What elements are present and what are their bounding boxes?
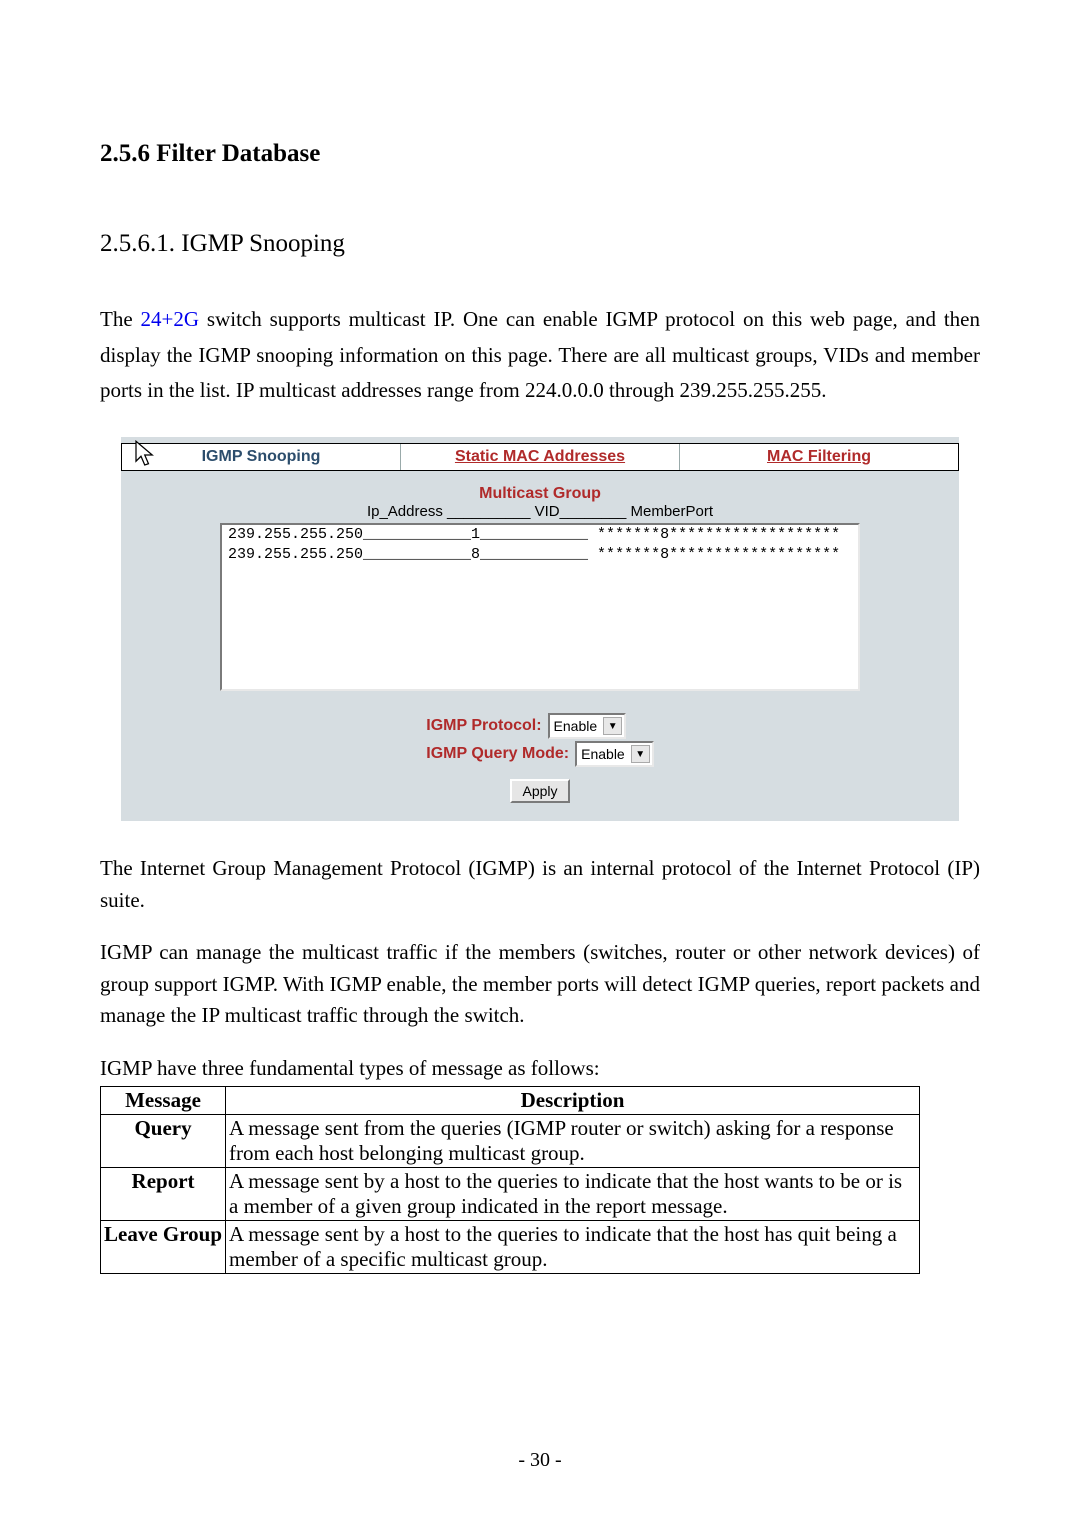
- col-header-description: Description: [226, 1087, 920, 1115]
- form-row-query-mode: IGMP Query Mode: Enable ▼: [426, 741, 653, 767]
- list-row: 239.255.255.250____________8____________…: [228, 546, 840, 563]
- tab-igmp-snooping[interactable]: IGMP Snooping: [122, 444, 401, 470]
- chevron-down-icon: ▼: [603, 717, 622, 735]
- table-row: Query A message sent from the queries (I…: [101, 1115, 920, 1168]
- section-heading: 2.5.6 Filter Database: [100, 140, 980, 168]
- page-number: - 30 -: [0, 1449, 1080, 1472]
- igmp-query-mode-select[interactable]: Enable ▼: [575, 741, 654, 767]
- select-value: Enable: [581, 746, 625, 762]
- body-paragraph-2: IGMP can manage the multicast traffic if…: [100, 937, 980, 1032]
- igmp-query-mode-label: IGMP Query Mode:: [426, 745, 569, 763]
- msg-name: Report: [101, 1168, 226, 1221]
- body-paragraph-1: The Internet Group Management Protocol (…: [100, 853, 980, 916]
- multicast-group-headers: Ip_Address __________ VID________ Member…: [367, 503, 713, 520]
- intro-paragraph: The 24+2G switch supports multicast IP. …: [100, 302, 980, 409]
- body-paragraph-3: IGMP have three fundamental types of mes…: [100, 1053, 980, 1085]
- tab-bar: IGMP Snooping Static MAC Addresses MAC F…: [121, 443, 959, 471]
- igmp-protocol-select[interactable]: Enable ▼: [548, 713, 627, 739]
- model-link[interactable]: 24+2G: [141, 307, 200, 331]
- select-value: Enable: [554, 718, 598, 734]
- tab-static-mac[interactable]: Static MAC Addresses: [401, 444, 680, 470]
- chevron-down-icon: ▼: [631, 745, 650, 763]
- list-row: 239.255.255.250____________1____________…: [228, 526, 840, 543]
- igmp-protocol-label: IGMP Protocol:: [426, 717, 541, 735]
- intro-pre: The: [100, 307, 141, 331]
- apply-button[interactable]: Apply: [510, 779, 569, 803]
- table-row: Leave Group A message sent by a host to …: [101, 1221, 920, 1274]
- cursor-icon: [132, 440, 160, 470]
- igmp-settings-form: IGMP Protocol: Enable ▼ IGMP Query Mode:…: [426, 713, 653, 767]
- table-header-row: Message Description: [101, 1087, 920, 1115]
- embedded-screenshot: IGMP Snooping Static MAC Addresses MAC F…: [121, 437, 959, 821]
- multicast-group-title: Multicast Group: [479, 485, 601, 503]
- intro-post: switch supports multicast IP. One can en…: [100, 307, 980, 402]
- msg-desc: A message sent from the queries (IGMP ro…: [226, 1115, 920, 1168]
- tab-mac-filtering[interactable]: MAC Filtering: [680, 444, 958, 470]
- msg-name: Query: [101, 1115, 226, 1168]
- form-row-protocol: IGMP Protocol: Enable ▼: [426, 713, 626, 739]
- col-header-message: Message: [101, 1087, 226, 1115]
- msg-desc: A message sent by a host to the queries …: [226, 1221, 920, 1274]
- message-types-table: Message Description Query A message sent…: [100, 1086, 920, 1274]
- multicast-listbox[interactable]: 239.255.255.250____________1____________…: [220, 523, 860, 691]
- subsection-heading: 2.5.6.1. IGMP Snooping: [100, 230, 980, 258]
- msg-name: Leave Group: [101, 1221, 226, 1274]
- msg-desc: A message sent by a host to the queries …: [226, 1168, 920, 1221]
- table-row: Report A message sent by a host to the q…: [101, 1168, 920, 1221]
- panel-area: Multicast Group Ip_Address __________ VI…: [121, 481, 959, 803]
